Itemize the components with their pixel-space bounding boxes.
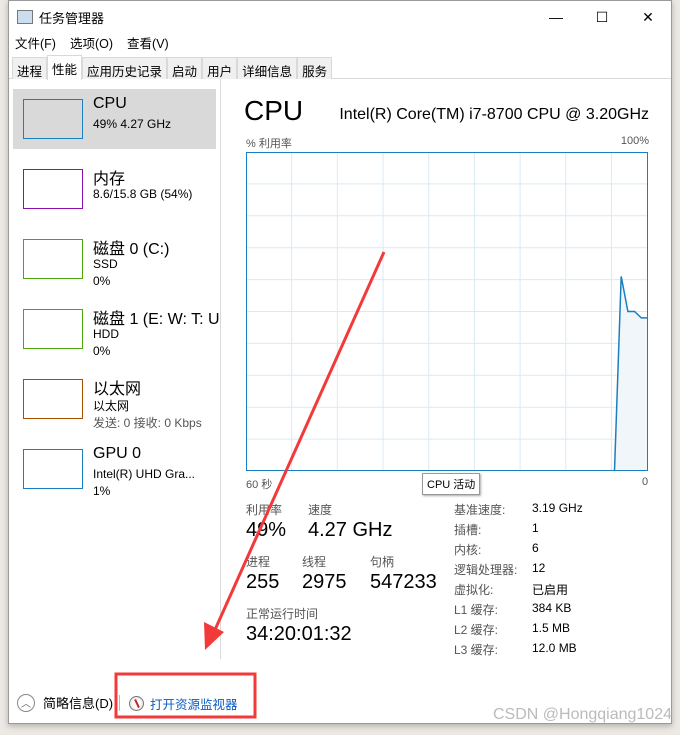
annotation-arrow [114,251,386,719]
watermark: CSDN @Hongqiang1024 [492,706,672,723]
